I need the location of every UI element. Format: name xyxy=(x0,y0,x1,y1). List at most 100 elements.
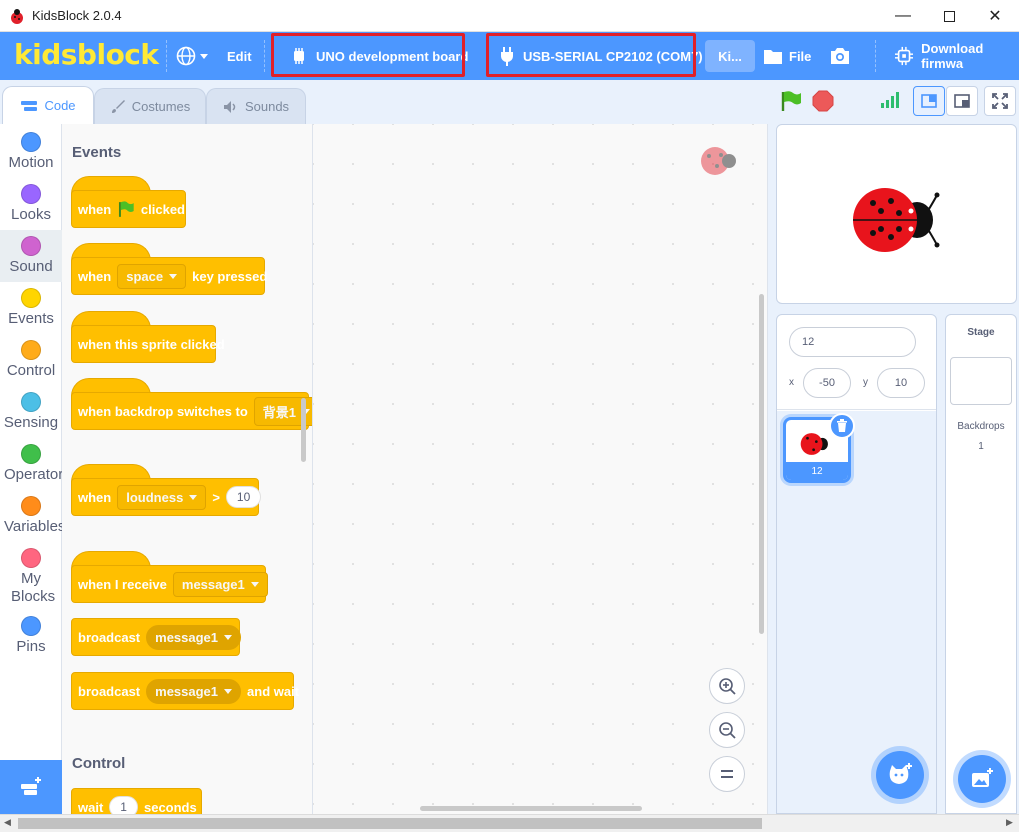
broadcast-wait-message-dropdown[interactable]: message1 xyxy=(146,678,242,704)
file-menu[interactable]: File xyxy=(763,32,811,80)
block-when-sprite-clicked[interactable]: when this sprite clicked xyxy=(71,325,225,363)
stop-sign-icon xyxy=(812,90,834,112)
download-firmware-label: Download firmwa xyxy=(921,41,984,71)
block-when-i-receive[interactable]: when I receive message1 xyxy=(71,565,268,603)
broadcast-message-dropdown[interactable]: message1 xyxy=(146,624,242,650)
brush-icon xyxy=(111,99,125,113)
close-icon: ✕ xyxy=(988,8,1002,25)
zoom-in-icon xyxy=(719,678,736,695)
dropdown-value: space xyxy=(126,268,164,284)
events-color-dot xyxy=(21,288,41,308)
sprite-y-input[interactable]: 10 xyxy=(877,368,925,398)
block-text: and wait xyxy=(247,683,300,699)
category-operators[interactable]: Operators xyxy=(0,440,62,492)
stage-title: Stage xyxy=(967,327,995,338)
menu-divider xyxy=(875,40,876,72)
block-text: when xyxy=(78,268,112,284)
sprite-name-input[interactable]: 12 xyxy=(789,327,916,357)
block-when-flag-clicked[interactable]: when clicked xyxy=(71,190,186,228)
dropdown-value: message1 xyxy=(155,683,219,699)
add-extension-button[interactable] xyxy=(0,760,62,814)
ladybug-sprite[interactable] xyxy=(851,187,945,253)
choose-backdrop-button[interactable] xyxy=(958,755,1006,803)
category-events[interactable]: Events xyxy=(0,284,62,336)
ladybug-thumbnail-icon xyxy=(800,433,828,455)
download-firmware-button[interactable]: Download firmwa xyxy=(895,32,1019,80)
scroll-right-icon[interactable]: ▶ xyxy=(1006,817,1013,828)
block-text: wait xyxy=(78,799,104,815)
stop-button[interactable] xyxy=(812,90,834,117)
workspace-vertical-scrollbar[interactable] xyxy=(759,294,764,634)
block-broadcast[interactable]: broadcast message1 xyxy=(71,618,242,656)
minimize-icon: — xyxy=(895,7,911,24)
block-text: when backdrop switches to xyxy=(78,403,248,419)
category-sound[interactable]: Sound xyxy=(0,230,62,282)
file-label: File xyxy=(789,48,812,64)
zoom-in-button[interactable] xyxy=(709,668,745,704)
scrollbar-thumb[interactable] xyxy=(18,818,762,829)
category-motion[interactable]: Motion xyxy=(0,128,62,180)
zoom-reset-button[interactable] xyxy=(709,756,745,792)
minimize-button[interactable]: — xyxy=(880,0,926,32)
choose-sprite-button[interactable] xyxy=(876,751,924,799)
palette-scrollbar[interactable] xyxy=(301,398,306,462)
loudness-value-field[interactable]: 10 xyxy=(225,486,262,508)
delete-sprite-button[interactable] xyxy=(829,413,855,439)
block-text: when xyxy=(78,201,112,217)
port-highlight-box xyxy=(486,33,696,77)
kidsblock-logo[interactable]: kidsblock xyxy=(14,38,159,71)
key-dropdown[interactable]: space xyxy=(117,263,187,289)
stage-selector-panel[interactable]: Stage Backdrops 1 xyxy=(945,314,1017,814)
block-when-key-pressed[interactable]: when space key pressed xyxy=(71,257,267,295)
x-label: x xyxy=(789,377,794,388)
edit-menu[interactable]: Edit xyxy=(227,32,252,80)
normal-stage-button[interactable] xyxy=(946,86,978,116)
category-looks[interactable]: Looks xyxy=(0,180,62,232)
control-section-title: Control xyxy=(72,755,126,772)
script-workspace[interactable] xyxy=(313,124,768,814)
receive-message-dropdown[interactable]: message1 xyxy=(172,571,268,597)
category-pins[interactable]: Pins xyxy=(0,614,62,666)
close-button[interactable]: ✕ xyxy=(972,0,1018,32)
sensing-color-dot xyxy=(21,392,41,412)
ki-menu-button[interactable]: Ki... xyxy=(705,40,755,72)
block-broadcast-and-wait[interactable]: broadcast message1 and wait xyxy=(71,672,299,710)
loudness-dropdown[interactable]: loudness xyxy=(117,484,207,510)
globe-icon xyxy=(176,46,196,66)
zoom-out-button[interactable] xyxy=(709,712,745,748)
tab-sounds[interactable]: Sounds xyxy=(206,88,306,124)
sprite-x-input[interactable]: -50 xyxy=(803,368,851,398)
block-when-loudness[interactable]: when loudness > 10 xyxy=(71,478,262,516)
block-palette: Events when clicked when space key press… xyxy=(62,124,313,814)
green-flag-button[interactable] xyxy=(779,90,803,117)
block-wait-seconds[interactable]: wait 1 seconds xyxy=(71,788,202,814)
category-my-blocks[interactable]: My Blocks xyxy=(0,544,62,614)
block-when-backdrop-switches[interactable]: when backdrop switches to 背景1 xyxy=(71,392,312,430)
green-flag-icon xyxy=(781,91,801,111)
category-variables[interactable]: Variables xyxy=(0,492,62,544)
category-sensing[interactable]: Sensing xyxy=(0,388,62,440)
category-control[interactable]: Control xyxy=(0,336,62,388)
screenshot-button[interactable] xyxy=(829,32,851,80)
signal-bars-icon xyxy=(881,92,899,108)
tab-code[interactable]: Code xyxy=(2,86,94,124)
dropdown-value: 背景1 xyxy=(262,404,296,420)
maximize-button[interactable] xyxy=(926,0,972,32)
window-horizontal-scrollbar[interactable]: ◀ ▶ xyxy=(0,814,1019,832)
cat-add-icon xyxy=(889,763,912,784)
category-label: Events xyxy=(8,310,54,327)
wait-seconds-field[interactable]: 1 xyxy=(109,796,138,814)
category-menu: Motion Looks Sound Events Control Sensin… xyxy=(0,124,62,760)
stage-canvas[interactable] xyxy=(776,124,1017,304)
operators-color-dot xyxy=(21,444,41,464)
small-stage-button[interactable] xyxy=(913,86,945,116)
chevron-down-icon xyxy=(169,273,178,279)
tab-costumes[interactable]: Costumes xyxy=(94,88,206,124)
workspace-horizontal-scrollbar[interactable] xyxy=(420,806,642,811)
language-menu[interactable] xyxy=(176,32,208,80)
scroll-left-icon[interactable]: ◀ xyxy=(4,817,11,828)
equals-icon xyxy=(721,770,733,778)
code-icon xyxy=(21,100,38,111)
fullscreen-button[interactable] xyxy=(984,86,1016,116)
stage-thumbnail[interactable] xyxy=(950,357,1012,405)
